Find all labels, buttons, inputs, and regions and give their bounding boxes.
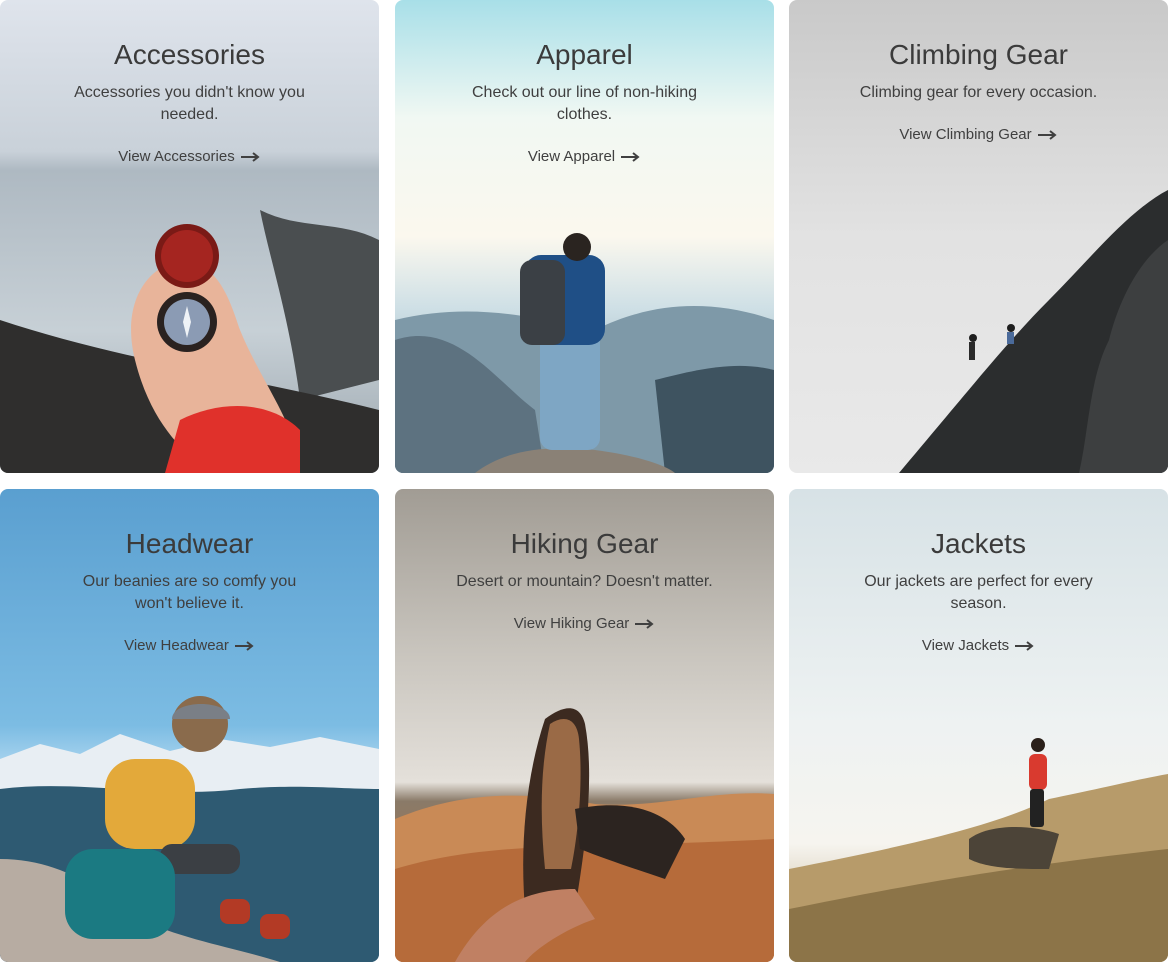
arrow-right-icon <box>1037 129 1057 140</box>
card-description: Check out our line of non-hiking clothes… <box>471 84 698 123</box>
link-label: View Climbing Gear <box>899 126 1032 143</box>
view-climbing-gear-link[interactable]: View Climbing Gear <box>899 126 1057 143</box>
link-label: View Headwear <box>124 637 229 654</box>
category-card-hiking-gear[interactable]: Hiking Gear Desert or mountain? Doesn't … <box>395 489 774 962</box>
view-jackets-link[interactable]: View Jackets <box>922 637 1035 654</box>
card-description: Climbing gear for every occasion. <box>859 84 1098 101</box>
category-card-jackets[interactable]: Jackets Our jackets are perfect for ever… <box>789 489 1168 962</box>
arrow-right-icon <box>240 151 260 162</box>
view-accessories-link[interactable]: View Accessories <box>118 148 260 165</box>
arrow-right-icon <box>635 618 654 629</box>
category-card-apparel[interactable]: Apparel Check out our line of non-hiking… <box>395 0 774 473</box>
link-label: View Accessories <box>118 148 235 165</box>
link-label: View Apparel <box>527 148 616 165</box>
card-title: Apparel <box>536 39 633 70</box>
card-description: Accessories you didn't know you needed. <box>74 84 305 123</box>
view-headwear-link[interactable]: View Headwear <box>124 637 255 654</box>
card-title: Accessories <box>114 39 265 70</box>
card-title: Headwear <box>125 528 254 559</box>
category-card-headwear[interactable]: Headwear Our beanies are so comfy you wo… <box>0 489 379 962</box>
card-title: Climbing Gear <box>889 39 1068 70</box>
category-grid: Accessories Accessories you didn't know … <box>0 0 1168 963</box>
category-card-accessories[interactable]: Accessories Accessories you didn't know … <box>0 0 379 473</box>
arrow-right-icon <box>621 151 640 162</box>
card-title: Jackets <box>931 528 1026 559</box>
arrow-right-icon <box>234 640 254 651</box>
card-description: Our beanies are so comfy you won't belie… <box>82 573 297 612</box>
card-title: Hiking Gear <box>510 528 659 559</box>
view-hiking-gear-link[interactable]: View Hiking Gear <box>514 615 656 632</box>
view-apparel-link[interactable]: View Apparel <box>528 148 641 165</box>
card-description: Desert or mountain? Doesn't matter. <box>456 573 713 590</box>
link-label: View Hiking Gear <box>513 615 630 632</box>
arrow-right-icon <box>1015 640 1034 651</box>
link-label: View Jackets <box>921 637 1010 654</box>
category-card-climbing-gear[interactable]: Climbing Gear Climbing gear for every oc… <box>789 0 1168 473</box>
card-description: Our jackets are perfect for every season… <box>864 573 1093 612</box>
